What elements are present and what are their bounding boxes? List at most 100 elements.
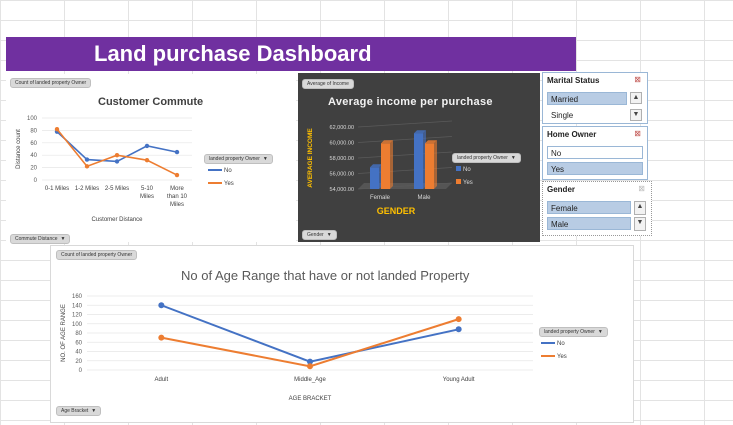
- x-tick-label: Miles: [140, 194, 154, 200]
- age-axis-field-button[interactable]: Age Bracket ▼: [56, 406, 102, 416]
- home-slicer-header: Home Owner: [547, 130, 597, 139]
- slicer-item-male[interactable]: Male: [547, 217, 631, 230]
- dropdown-arrow-icon: ▼: [91, 408, 97, 414]
- slicer-item-female[interactable]: Female: [547, 201, 631, 214]
- gridline: [357, 120, 453, 128]
- scroll-down-icon[interactable]: ▼: [630, 109, 642, 121]
- data-point-no: [455, 326, 462, 333]
- data-point-yes: [54, 126, 60, 132]
- x-tick-label: Young Adult: [443, 377, 475, 383]
- x-tick-label: Adult: [154, 377, 168, 383]
- slicer-item-yes[interactable]: Yes: [547, 162, 643, 175]
- income-chart-panel[interactable]: Average of Income Average income per pur…: [298, 73, 540, 242]
- data-point-no: [144, 143, 150, 149]
- data-point-yes: [455, 316, 462, 323]
- dropdown-arrow-icon: ▼: [60, 236, 66, 242]
- gender-slicer[interactable]: Gender ⊠ Female Male ▲ ▼: [542, 181, 652, 236]
- data-point-yes: [174, 172, 180, 178]
- bar-yes: [381, 143, 390, 189]
- legend-label-no: No: [557, 341, 565, 347]
- y-tick-label: 60,000.00: [330, 141, 354, 147]
- x-tick-label: 2-5 Miles: [105, 186, 129, 192]
- clear-filter-icon[interactable]: ⊠: [638, 184, 645, 193]
- x-axis-label: AGE BRACKET: [289, 396, 332, 402]
- dashboard-banner: Land purchase Dashboard: [6, 37, 576, 71]
- data-point-yes: [158, 334, 165, 341]
- dropdown-arrow-icon: ▼: [597, 329, 603, 335]
- scroll-up-icon[interactable]: ▲: [634, 201, 646, 215]
- data-point-yes: [144, 157, 150, 163]
- age-legend-field-label: landed property Owner: [544, 329, 595, 335]
- age-chart-panel[interactable]: Count of landed property Owner No of Age…: [50, 245, 634, 423]
- gridline: [357, 151, 453, 159]
- x-axis-label: Customer Distance: [91, 217, 143, 223]
- data-point-no: [114, 159, 120, 164]
- slicer-item-single[interactable]: Single: [547, 108, 627, 121]
- legend-label-no: No: [224, 168, 232, 174]
- y-tick-label: 40: [30, 153, 37, 159]
- commute-chart-panel[interactable]: Count of landed property Owner Customer …: [6, 74, 296, 244]
- x-tick-label: Female: [370, 195, 391, 201]
- commute-legend-field-label: landed property Owner: [209, 156, 260, 162]
- y-tick-label: 160: [72, 294, 83, 300]
- bar-yes: [425, 143, 434, 189]
- y-tick-label: 0: [34, 178, 38, 184]
- bar-no: [370, 167, 379, 189]
- y-tick-label: 100: [72, 322, 83, 328]
- y-axis-label: NO. OF AGE RANGE: [61, 304, 67, 362]
- y-tick-label: 62,000.00: [330, 125, 354, 131]
- marital-status-slicer[interactable]: Marital Status ⊠ Married Single ▲ ▼: [542, 72, 648, 124]
- bar-side-yes: [390, 140, 393, 189]
- dashboard-title: Land purchase Dashboard: [94, 41, 372, 66]
- gridline: [357, 136, 453, 143]
- commute-legend-field-button[interactable]: landed property Owner ▼: [204, 154, 273, 164]
- age-axis-field-label: Age Bracket: [61, 408, 89, 414]
- x-tick-label: 1-2 Miles: [75, 186, 99, 192]
- y-tick-label: 100: [27, 116, 38, 122]
- bar-no: [414, 133, 423, 189]
- y-tick-label: 54,000.00: [330, 187, 354, 193]
- bar-side-yes: [434, 140, 437, 189]
- y-tick-label: 140: [72, 303, 83, 309]
- data-point-no: [84, 157, 90, 162]
- data-point-yes: [114, 153, 120, 158]
- legend-label-yes: Yes: [463, 180, 473, 186]
- scroll-down-icon[interactable]: ▼: [634, 217, 646, 231]
- y-tick-label: 58,000.00: [330, 156, 354, 162]
- y-tick-label: 120: [72, 313, 83, 319]
- y-tick-label: 80: [75, 331, 82, 337]
- income-legend-field-label: landed property Owner: [457, 155, 508, 161]
- commute-axis-field-button[interactable]: Commute Distance ▼: [10, 234, 71, 244]
- data-point-yes: [307, 363, 313, 370]
- slicer-item-no[interactable]: No: [547, 146, 643, 159]
- dropdown-arrow-icon: ▼: [326, 232, 332, 238]
- income-axis-field-button[interactable]: Gender ▼: [302, 230, 337, 240]
- y-tick-label: 40: [75, 350, 82, 356]
- x-tick-label: Miles: [170, 202, 184, 208]
- income-legend-field-button[interactable]: landed property Owner ▼: [452, 153, 521, 163]
- x-tick-label: Male: [417, 195, 431, 201]
- y-axis-label: AVERAGE INCOME: [307, 128, 314, 188]
- slicer-item-married[interactable]: Married: [547, 92, 627, 105]
- legend-swatch-yes: [456, 179, 461, 184]
- x-tick-label: Middle_Age: [294, 377, 326, 383]
- scroll-up-icon[interactable]: ▲: [630, 92, 642, 104]
- legend-label-no: No: [463, 167, 471, 173]
- clear-filter-icon[interactable]: ⊠: [634, 129, 641, 138]
- income-axis-field-label: Gender: [307, 232, 324, 238]
- data-point-yes: [84, 164, 90, 169]
- y-tick-label: 20: [30, 166, 37, 172]
- y-tick-label: 80: [30, 128, 37, 134]
- x-tick-label: than 10: [167, 194, 188, 200]
- marital-slicer-header: Marital Status: [547, 76, 600, 85]
- dropdown-arrow-icon: ▼: [262, 156, 268, 162]
- y-axis-label: Distance count: [16, 129, 22, 169]
- y-tick-label: 0: [79, 368, 83, 374]
- home-owner-slicer[interactable]: Home Owner ⊠ No Yes: [542, 126, 648, 180]
- clear-filter-icon[interactable]: ⊠: [634, 75, 641, 84]
- age-legend-field-button[interactable]: landed property Owner ▼: [539, 327, 608, 337]
- x-tick-label: More: [170, 186, 184, 192]
- series-line-yes: [56, 128, 178, 176]
- y-tick-label: 60: [30, 141, 37, 147]
- legend-label-yes: Yes: [224, 181, 234, 187]
